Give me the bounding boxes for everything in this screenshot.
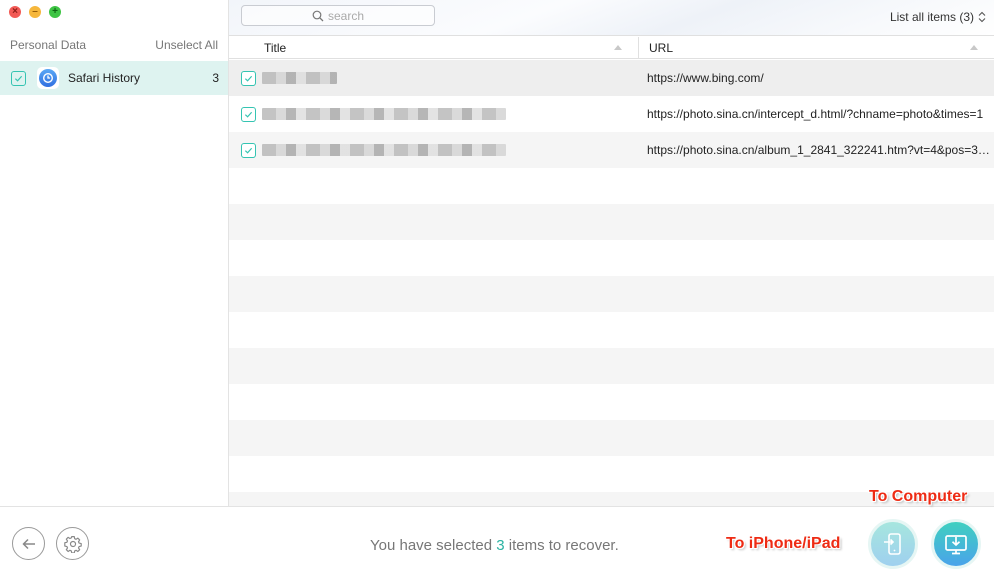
unselect-all-button[interactable]: Unselect All (155, 38, 218, 52)
list-filter-dropdown[interactable]: List all items (3) (890, 10, 986, 24)
row-url: https://www.bing.com/ (647, 71, 764, 85)
checkmark-icon (244, 147, 253, 154)
status-count: 3 (496, 537, 505, 554)
empty-row (229, 276, 994, 312)
arrow-left-icon (21, 538, 35, 549)
row-url: https://photo.sina.cn/intercept_d.html/?… (647, 107, 984, 121)
empty-row (229, 384, 994, 420)
empty-row (229, 204, 994, 240)
checkmark-icon (244, 111, 253, 118)
table-row[interactable]: https://photo.sina.cn/album_1_2841_32224… (229, 132, 994, 168)
back-button[interactable] (12, 527, 45, 560)
row-checkbox[interactable] (241, 142, 256, 158)
status-suffix: items to recover. (504, 537, 619, 554)
row-title-blurred (262, 108, 506, 120)
settings-button[interactable] (56, 527, 89, 560)
search-icon (312, 10, 324, 21)
search-input[interactable]: search (241, 5, 435, 26)
row-checkbox[interactable] (241, 70, 256, 86)
empty-row (229, 240, 994, 276)
to-computer-button[interactable] (931, 519, 981, 569)
phone-import-icon (884, 533, 901, 555)
empty-row (229, 168, 994, 204)
to-computer-annotation: To Computer (869, 488, 968, 505)
window-controls: × – + (9, 6, 61, 18)
close-window-button[interactable]: × (9, 6, 21, 18)
column-title-label: Title (264, 41, 287, 55)
row-title-blurred (262, 72, 337, 84)
chevron-updown-icon (978, 11, 986, 23)
checkmark-icon (14, 75, 23, 82)
toolbar: search List all items (3) (229, 0, 994, 36)
history-table: https://www.bing.com/ https://photo.sina… (229, 60, 994, 506)
sort-arrow-icon (970, 45, 978, 50)
empty-row (229, 456, 994, 492)
table-row[interactable]: https://photo.sina.cn/intercept_d.html/?… (229, 96, 994, 132)
empty-row (229, 420, 994, 456)
footer: You have selected 3 items to recover. To… (0, 488, 994, 574)
to-device-button[interactable] (868, 519, 918, 569)
minimize-window-button[interactable]: – (29, 6, 41, 18)
column-header-title[interactable]: Title (229, 37, 639, 59)
column-url-label: URL (649, 41, 674, 55)
gear-icon (63, 535, 82, 553)
maximize-window-button[interactable]: + (49, 6, 61, 18)
status-prefix: You have selected (370, 537, 497, 554)
row-title-blurred (262, 144, 506, 156)
row-url: https://photo.sina.cn/album_1_2841_32224… (647, 143, 990, 157)
empty-row (229, 348, 994, 384)
table-row[interactable]: https://www.bing.com/ (229, 60, 994, 96)
table-header: Title URL (229, 37, 994, 59)
sidebar-item-label: Safari History (68, 71, 141, 85)
list-filter-label: List all items (3) (889, 10, 974, 24)
sidebar-item-count: 3 (212, 71, 219, 85)
safari-history-icon (37, 67, 59, 89)
sidebar-item-safari-history[interactable]: Safari History 3 (0, 61, 228, 95)
sort-arrow-icon (614, 45, 622, 50)
sidebar-header: Personal Data Unselect All (10, 38, 218, 52)
sidebar-item-checkbox[interactable] (11, 70, 26, 86)
selection-status: You have selected 3 items to recover. (370, 537, 619, 554)
column-header-url[interactable]: URL (640, 37, 994, 59)
checkmark-icon (244, 75, 253, 82)
computer-download-icon (945, 535, 967, 555)
to-device-annotation: To iPhone/iPad (726, 535, 841, 552)
search-placeholder: search (327, 8, 365, 23)
sidebar-title: Personal Data (10, 38, 87, 52)
sidebar: × – + Personal Data Unselect All Safari … (0, 0, 229, 506)
empty-row (229, 312, 994, 348)
row-checkbox[interactable] (241, 106, 256, 122)
